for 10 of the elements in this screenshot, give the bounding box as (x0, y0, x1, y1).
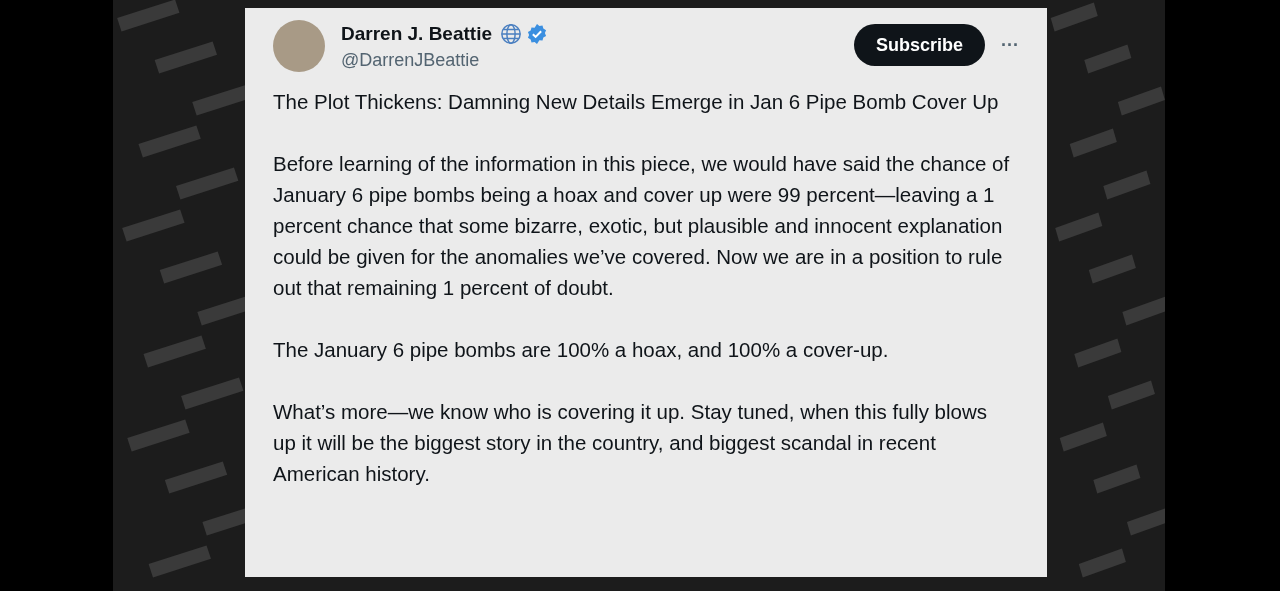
post-text: The Plot Thickens: Damning New Details Emerge in Jan 6 Pipe Bomb Cover Up (273, 89, 1000, 115)
subscribe-button[interactable]: Subscribe (854, 24, 985, 66)
author-handle: @DarrenJBeattie (341, 48, 481, 71)
globe-icon (500, 23, 522, 46)
avatar (273, 20, 325, 72)
post-text: Before learning of the information in this piece, we would have said the chance of January 6 pipe bombs being a hoax and cover up were 99 percent—leaving a 1 percent chance that some bizarre, exotic, but plausible and innocent explanation could be given for the anomalies we’ve covered. Now we are in a position to rule out that remaining 1 percent of doubt. (273, 151, 1011, 301)
more-button[interactable]: ··· (1001, 31, 1019, 59)
post-text: What’s more—we know who is covering it up. Stay tuned, when this fully blows up it will be the biggest story in the country, and biggest scandal in recent American history. (273, 399, 989, 487)
post-text: The January 6 pipe bombs are 100% a hoax, and 100% a cover-up. (273, 337, 890, 363)
author-name: Darren J. Beattie (341, 22, 492, 46)
